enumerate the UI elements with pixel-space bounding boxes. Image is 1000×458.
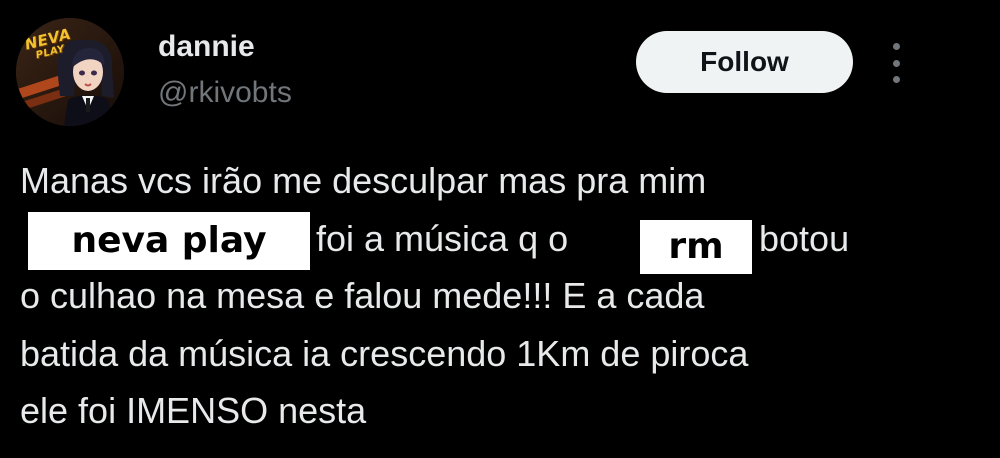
- tweet-line-2-text: foi a música q o: [316, 217, 569, 259]
- censor-label-2: rm: [640, 220, 752, 274]
- tweet-header: NEVA PLAY dannie @rkivobts Follow: [0, 0, 1000, 140]
- avatar[interactable]: NEVA PLAY: [16, 18, 124, 126]
- more-vertical-icon: [892, 43, 900, 50]
- tweet-line-3-text: o culhao na mesa e falou mede!!! E a cad…: [20, 275, 705, 316]
- more-vertical-icon-dot-2: [892, 59, 900, 67]
- censor-label-1: neva play: [28, 212, 310, 270]
- tweet-line-5-text: ele foi IMENSO nesta: [20, 390, 367, 431]
- tweet-line-2-end: botou: [759, 217, 850, 259]
- tweet-line-4-text: batida da música ia crescendo 1Km de pir…: [20, 332, 749, 374]
- user-handle[interactable]: @rkivobts: [158, 76, 292, 110]
- more-options-button[interactable]: [884, 43, 908, 83]
- tweet-line-5: ele foi IMENSO nesta: [20, 382, 980, 440]
- more-vertical-icon-dot-3: [892, 76, 900, 83]
- tweet-line-3: o culhao na mesa e falou mede!!! E a cad…: [20, 267, 980, 325]
- tweet-line-4: batida da música ia crescendo 1Km de pir…: [20, 325, 980, 383]
- display-name[interactable]: dannie: [158, 30, 255, 64]
- tweet-text: Manas vcs irão me desculpar mas pra mim …: [20, 152, 980, 440]
- follow-button[interactable]: Follow: [636, 31, 853, 93]
- tweet-line-1: Manas vcs irão me desculpar mas pra mim: [20, 152, 980, 210]
- tweet-line-1-text: Manas vcs irão me desculpar mas pra mim: [20, 160, 707, 201]
